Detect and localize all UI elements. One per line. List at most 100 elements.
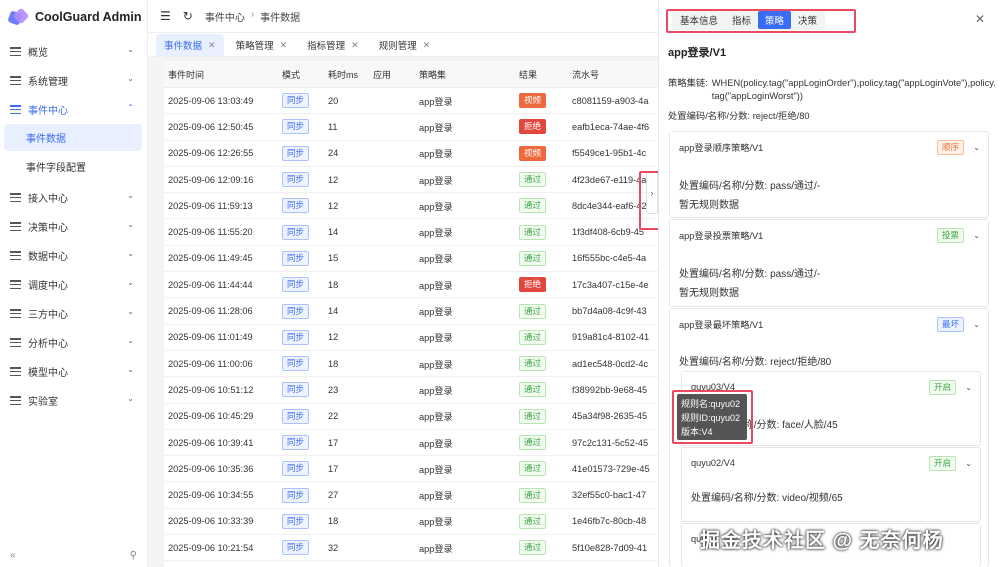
chevron-down-icon: ⌄	[127, 278, 134, 287]
cell-time: 2025-09-06 11:55:20	[168, 227, 253, 238]
cell-ms: 20	[328, 95, 339, 106]
app-title: CoolGuard Admin	[35, 10, 142, 24]
cell-ms: 11	[328, 121, 338, 132]
result-tag: 通过	[519, 487, 547, 503]
drawer-tab-basic[interactable]: 基本信息	[673, 11, 725, 29]
cell-ms: 18	[328, 358, 339, 369]
close-icon[interactable]: ✕	[208, 40, 216, 51]
col-header[interactable]: 策略集	[419, 68, 519, 81]
chevron-down-icon[interactable]: ⌄	[973, 143, 980, 152]
rule-header[interactable]: quyu02/V4 开启 ⌄	[682, 448, 980, 478]
tab-event-data[interactable]: 事件数据 ✕	[156, 34, 224, 56]
tab-indicator[interactable]: 指标管理 ✕	[299, 34, 367, 56]
policy-header[interactable]: app登录最坏策略/V1 最坏 ⌄	[670, 309, 988, 339]
result-tag: 视频	[519, 145, 547, 161]
result-tag: 视频	[519, 93, 547, 109]
sidebar-item[interactable]: 决策中心 ⌄	[0, 212, 148, 241]
tab-label: 策略管理	[235, 41, 274, 52]
breadcrumb-root[interactable]: 事件中心	[205, 9, 245, 24]
sidebar-item[interactable]: 实验室 ⌄	[0, 386, 148, 415]
policy-header[interactable]: app登录顺序策略/V1 顺序 ⌄	[670, 132, 988, 162]
tooltip-line: 规则名:quyu02	[681, 399, 741, 409]
cell-strategy-set: app登录	[419, 385, 453, 396]
cell-ms: 14	[328, 227, 339, 238]
result-tag: 拒绝	[519, 277, 547, 293]
menu-icon	[10, 309, 21, 318]
policy-card: app登录投票策略/V1 投票 ⌄ 处置编码/名称/分数: pass/通过/- …	[669, 219, 989, 307]
drawer-tab-decision[interactable]: 决策	[791, 11, 824, 29]
menu-icon	[10, 280, 21, 289]
policy-empty: 暂无规则数据	[679, 200, 739, 211]
sidebar-item[interactable]: 接入中心 ⌄	[0, 183, 148, 212]
sidebar-subitem[interactable]: 事件字段配置	[4, 153, 142, 180]
refresh-icon[interactable]: ↻	[183, 9, 193, 23]
cell-ms: 18	[328, 516, 339, 527]
sidebar-item[interactable]: 模型中心 ⌄	[0, 357, 148, 386]
sidebar-item[interactable]: 调度中心 ⌄	[0, 270, 148, 299]
tab-label: 规则管理	[378, 41, 417, 52]
menu-icon	[10, 47, 21, 56]
mode-tag: 同步	[282, 224, 310, 240]
tab-rule[interactable]: 规则管理 ✕	[371, 34, 439, 56]
sidebar-item[interactable]: 分析中心 ⌄	[0, 328, 148, 357]
cell-time: 2025-09-06 12:09:16	[168, 174, 254, 185]
rule-name: quyu03/V4	[691, 382, 735, 392]
chevron-down-icon: ⌄	[127, 249, 134, 258]
chevron-down-icon[interactable]: ⌄	[973, 231, 980, 240]
app-logo[interactable]: CoolGuard Admin	[0, 0, 147, 34]
sidebar-item-label: 事件中心	[28, 106, 68, 117]
cell-time: 2025-09-06 10:51:12	[168, 384, 254, 395]
cell-ms: 32	[328, 542, 339, 553]
close-icon[interactable]: ✕	[423, 40, 431, 51]
breadcrumb-separator: ›	[250, 8, 255, 20]
menu-icon	[10, 76, 21, 85]
policy-disposal: 处置编码/名称/分数: pass/通过/-	[679, 269, 821, 280]
drawer-toggle-handle[interactable]: ›	[646, 171, 658, 214]
sidebar-item[interactable]: 概览 ⌄	[0, 37, 148, 66]
chevron-down-icon: ⌄	[127, 336, 134, 345]
chevron-down-icon: ⌄	[127, 74, 134, 83]
cell-ms: 24	[328, 148, 339, 159]
tab-strategy[interactable]: 策略管理 ✕	[228, 34, 296, 56]
collapse-sidebar-icon[interactable]: «	[10, 550, 16, 561]
close-icon[interactable]: ✕	[351, 40, 359, 51]
close-icon[interactable]: ✕	[280, 40, 288, 51]
drawer-tab-indicator[interactable]: 指标	[725, 11, 758, 29]
menu-icon	[10, 367, 21, 376]
col-header[interactable]: 模式	[282, 68, 328, 81]
sidebar-item[interactable]: 数据中心 ⌄	[0, 241, 148, 270]
pin-icon[interactable]: ⚲	[130, 550, 137, 561]
close-icon[interactable]: ✕	[975, 12, 985, 26]
rule-tooltip: 规则名:quyu02 规则ID:quyu02 版本:V4	[677, 394, 747, 440]
sidebar-item-label: 实验室	[28, 397, 58, 408]
cell-time: 2025-09-06 12:26:55	[168, 148, 254, 159]
sidebar-subitem[interactable]: 事件数据	[4, 124, 142, 151]
chevron-down-icon[interactable]: ⌄	[965, 459, 972, 468]
watermark: 掘金技术社区 @ 无奈何杨	[700, 530, 944, 552]
col-header[interactable]: 结果	[519, 68, 572, 81]
chevron-down-icon[interactable]: ⌄	[965, 383, 972, 392]
policy-header[interactable]: app登录投票策略/V1 投票 ⌄	[670, 220, 988, 250]
col-header[interactable]: 耗时ms	[328, 68, 373, 81]
chevron-down-icon[interactable]: ⌄	[973, 320, 980, 329]
strategy-set-title: app登录/V1	[668, 47, 727, 59]
rule-status-badge: 开启	[928, 455, 956, 471]
cell-strategy-set: app登录	[419, 96, 453, 107]
menu-toggle-icon[interactable]: ☰	[160, 9, 171, 23]
cell-ms: 12	[328, 332, 339, 343]
rule-name: quyu02/V4	[691, 458, 735, 468]
mode-tag: 同步	[282, 303, 310, 319]
sidebar-item-label: 模型中心	[28, 368, 68, 379]
mode-tag: 同步	[282, 461, 310, 477]
sidebar-item[interactable]: 事件中心 ⌃	[0, 95, 148, 124]
cell-ms: 17	[328, 463, 339, 474]
sidebar-item[interactable]: 三方中心 ⌄	[0, 299, 148, 328]
sidebar-item[interactable]: 系统管理 ⌄	[0, 66, 148, 95]
mode-tag: 同步	[282, 408, 310, 424]
col-header[interactable]: 应用	[373, 68, 419, 81]
cell-ms: 27	[328, 490, 339, 501]
cell-strategy-set: app登录	[419, 149, 453, 160]
col-header[interactable]: 事件时间	[164, 68, 282, 81]
cell-ms: 22	[328, 411, 339, 422]
drawer-tab-strategy[interactable]: 策略	[758, 11, 792, 29]
